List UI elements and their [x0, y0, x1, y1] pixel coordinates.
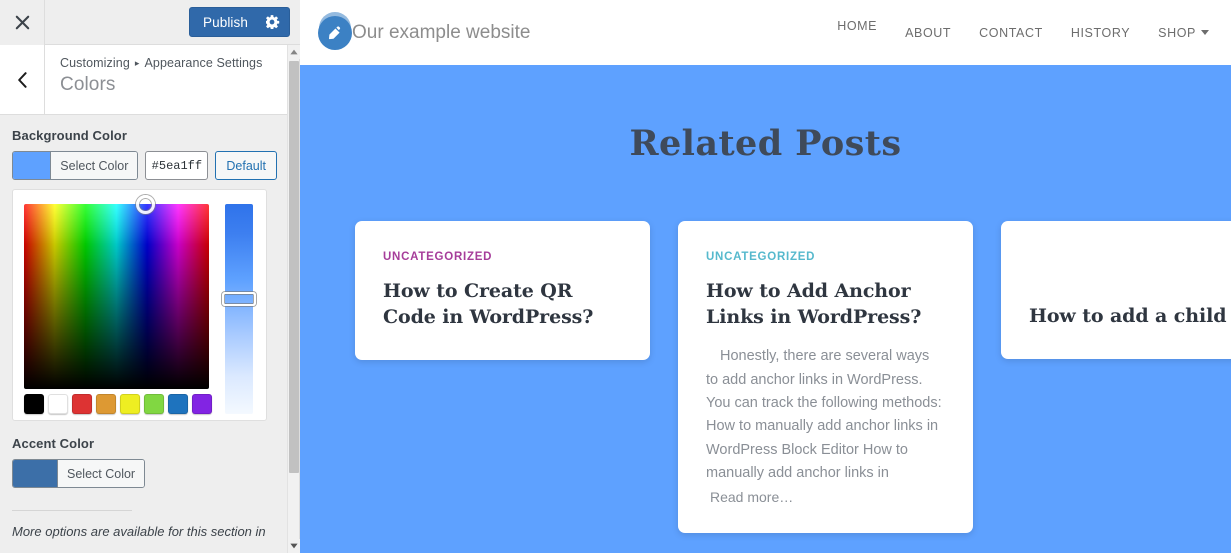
breadcrumb-root[interactable]: Customizing — [60, 56, 130, 70]
related-posts-heading: Related Posts — [629, 123, 902, 164]
background-color-control: Background Color Select Color Default — [12, 128, 277, 421]
post-card-2-category[interactable]: UNCATEGORIZED — [706, 251, 945, 263]
nav-item-shop[interactable]: SHOP — [1158, 26, 1209, 40]
scroll-up-arrow-icon[interactable] — [288, 45, 300, 59]
breadcrumb-separator-icon: ▸ — [134, 58, 140, 68]
post-card-2-read-more-link[interactable]: Read more… — [706, 489, 793, 505]
related-posts-cards: UNCATEGORIZED How to Create QR Code in W… — [300, 164, 1231, 533]
iris-hue-strip[interactable] — [222, 204, 256, 414]
iris-color-picker[interactable] — [12, 189, 267, 421]
preview-content: Related Posts UNCATEGORIZED How to Creat… — [300, 65, 1231, 533]
publish-group: Publish — [189, 7, 290, 37]
background-select-color-button[interactable]: Select Color — [12, 151, 139, 180]
customizer-sidebar: Publish Customizing ▸ Appearance Settings — [0, 0, 300, 553]
iris-palette-swatch-green[interactable] — [144, 394, 164, 414]
iris-palette-swatch-orange[interactable] — [96, 394, 116, 414]
background-default-button[interactable]: Default — [215, 151, 277, 180]
section-note: More options are available for this sect… — [12, 524, 266, 539]
background-color-swatch — [13, 152, 51, 179]
iris-palette-swatch-purple[interactable] — [192, 394, 212, 414]
accent-color-control: Accent Color Select Color — [12, 436, 277, 488]
nav-item-shop-label: SHOP — [1158, 25, 1196, 40]
nav-item-history[interactable]: HISTORY — [1071, 26, 1130, 40]
background-color-label: Background Color — [12, 128, 127, 143]
scrollbar-thumb[interactable] — [289, 61, 299, 473]
chevron-down-icon — [1201, 30, 1209, 35]
close-x-icon[interactable] — [0, 0, 45, 45]
customizer-section-header: Customizing ▸ Appearance Settings Colors — [0, 45, 289, 115]
accent-select-color-label: Select Color — [57, 460, 145, 487]
iris-square-handle[interactable] — [136, 195, 155, 214]
post-card-3-title[interactable]: How to add a child category in WordPress — [1029, 303, 1231, 329]
post-card-2-excerpt: Honestly, there are several ways to add … — [706, 348, 942, 482]
customizer-screen: Publish Customizing ▸ Appearance Settings — [0, 0, 1231, 553]
background-select-color-label: Select Color — [50, 152, 138, 179]
site-title: Our example website — [352, 21, 531, 43]
scroll-down-arrow-icon[interactable] — [288, 539, 300, 553]
controls-divider — [12, 510, 132, 511]
sidebar-scrollbar[interactable] — [287, 45, 300, 553]
breadcrumb: Customizing ▸ Appearance Settings — [60, 56, 262, 70]
nav-item-about-label: ABOUT — [905, 25, 952, 40]
nav-item-contact[interactable]: CONTACT — [979, 26, 1043, 40]
iris-palette-swatch-red[interactable] — [72, 394, 92, 414]
post-card-3[interactable]: How to add a child category in WordPress — [1001, 221, 1231, 360]
post-card-2[interactable]: UNCATEGORIZED How to Add Anchor Links in… — [678, 221, 973, 533]
accent-select-color-button[interactable]: Select Color — [12, 459, 146, 488]
iris-saturation-square[interactable] — [24, 195, 209, 389]
nav-item-history-label: HISTORY — [1070, 25, 1131, 40]
post-card-1-category[interactable]: UNCATEGORIZED — [383, 251, 622, 263]
iris-palette-swatch-black[interactable] — [24, 394, 44, 414]
pencil-circle-logo-icon — [318, 15, 352, 50]
nav-item-home[interactable]: HOME — [837, 19, 877, 33]
accent-color-label: Accent Color — [12, 436, 95, 451]
section-header-text: Customizing ▸ Appearance Settings Colors — [45, 45, 262, 114]
iris-palette — [24, 394, 212, 414]
nav-item-about[interactable]: ABOUT — [905, 26, 951, 40]
accent-color-swatch — [13, 460, 57, 487]
site-brand[interactable]: Our example website — [318, 15, 531, 50]
publish-button[interactable]: Publish — [189, 7, 290, 37]
publish-button-label: Publish — [203, 14, 248, 30]
background-hex-input[interactable] — [145, 151, 209, 180]
site-nav: HOME ABOUT CONTACT HISTORY SHOP — [837, 19, 1209, 46]
iris-hue-strip-handle[interactable] — [222, 292, 256, 306]
nav-item-contact-label: CONTACT — [979, 25, 1043, 40]
nav-item-home-label: HOME — [837, 19, 878, 33]
site-preview: Our example website HOME ABOUT CONTACT H… — [300, 0, 1231, 553]
breadcrumb-parent[interactable]: Appearance Settings — [145, 56, 263, 70]
iris-square-overlay — [24, 204, 209, 389]
gear-icon[interactable] — [260, 8, 286, 36]
page-title: Colors — [60, 74, 116, 95]
iris-palette-swatch-white[interactable] — [48, 394, 68, 414]
site-header: Our example website HOME ABOUT CONTACT H… — [300, 0, 1231, 65]
iris-palette-swatch-blue[interactable] — [168, 394, 188, 414]
post-card-3-spacer — [1029, 251, 1231, 303]
customizer-topbar: Publish — [0, 0, 300, 45]
customizer-controls: Background Color Select Color Default — [0, 115, 289, 553]
background-color-row: Select Color Default — [12, 151, 277, 180]
post-card-1-title[interactable]: How to Create QR Code in WordPress? — [383, 278, 622, 330]
post-card-1[interactable]: UNCATEGORIZED How to Create QR Code in W… — [355, 221, 650, 361]
iris-palette-swatch-yellow[interactable] — [120, 394, 140, 414]
post-card-2-title[interactable]: How to Add Anchor Links in WordPress? — [706, 278, 945, 330]
accent-color-row: Select Color — [12, 459, 277, 488]
chevron-left-icon[interactable] — [0, 45, 45, 114]
